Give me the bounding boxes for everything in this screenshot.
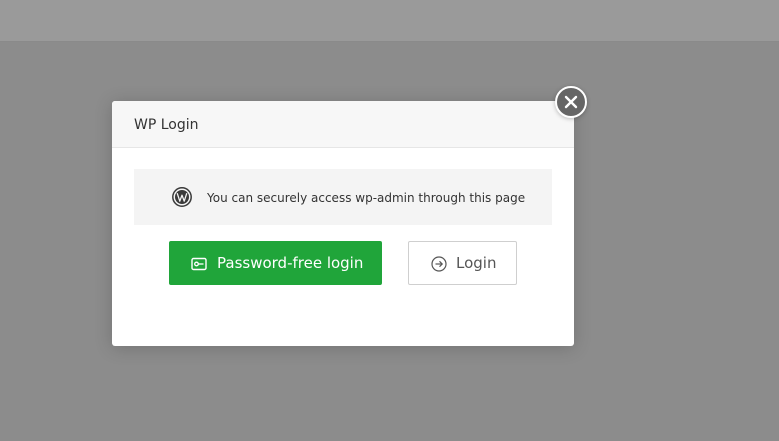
password-free-login-button[interactable]: Password-free login <box>169 241 382 285</box>
wordpress-logo-icon <box>172 187 192 211</box>
background-header-bar <box>0 0 779 42</box>
notice-text: You can securely access wp-admin through… <box>207 191 526 205</box>
close-dialog-button[interactable] <box>555 86 587 118</box>
arrow-right-circle-icon <box>431 256 447 276</box>
login-button[interactable]: Login <box>408 241 517 285</box>
dialog-header: WP Login <box>112 101 574 148</box>
password-free-login-label: Password-free login <box>217 254 364 272</box>
notice-box: You can securely access wp-admin through… <box>134 169 552 225</box>
login-label: Login <box>456 254 497 272</box>
key-card-icon <box>191 256 207 275</box>
wp-login-dialog: WP Login You can securely access wp-admi… <box>112 101 574 346</box>
dialog-title: WP Login <box>134 117 199 133</box>
